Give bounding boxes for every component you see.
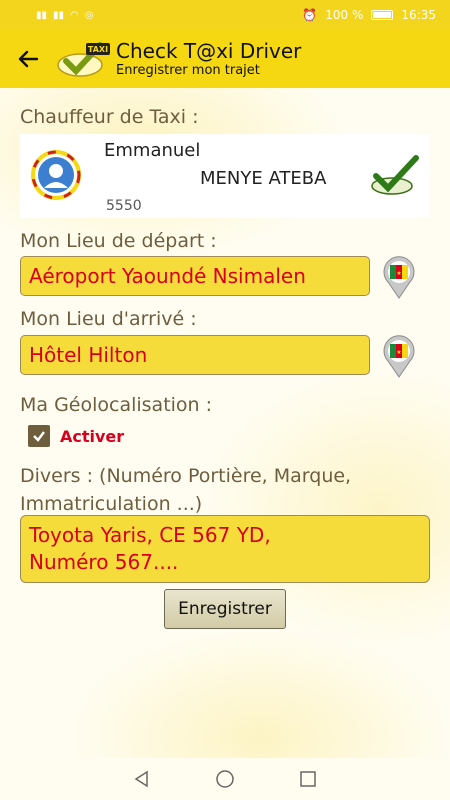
save-button[interactable]: Enregistrer: [164, 589, 286, 629]
driver-section-label: Chauffeur de Taxi :: [20, 106, 199, 128]
driver-last-name: MENYE ATEBA: [200, 168, 327, 189]
arrival-label: Mon Lieu d'arrivé :: [20, 308, 197, 330]
circle-home-icon: [216, 770, 234, 788]
hotspot-icon: ◎: [84, 9, 94, 21]
driver-card: Emmanuel MENYE ATEBA 5550: [20, 134, 430, 218]
misc-label: Divers : (Numéro Portière, Marque, Immat…: [20, 465, 352, 515]
geolocation-label: Ma Géolocalisation :: [20, 394, 213, 416]
app-titles: Check T@xi Driver Enregistrer mon trajet: [116, 39, 301, 79]
departure-pin-button[interactable]: ★: [380, 254, 418, 300]
check-icon: [33, 431, 45, 442]
battery-icon: [371, 10, 394, 20]
status-icons-right: ⏰ 100 % 16:35: [302, 8, 436, 22]
clock: 16:35: [401, 8, 436, 22]
wifi-icon: ◠: [70, 9, 79, 21]
app-title: Check T@xi Driver: [116, 39, 302, 63]
signal-icon: ▮▮: [36, 9, 48, 21]
arrow-left-icon: [18, 50, 39, 68]
nav-home-button[interactable]: [213, 767, 237, 791]
nav-back-button[interactable]: [130, 767, 154, 791]
back-button[interactable]: [0, 30, 56, 88]
geolocation-checkbox[interactable]: [28, 425, 50, 447]
app-logo: TAXI: [56, 39, 112, 79]
geolocation-checkbox-row[interactable]: Activer: [28, 425, 124, 447]
logo-text: TAXI: [88, 45, 108, 54]
battery-percentage: 100 %: [325, 8, 364, 22]
driver-avatar-icon: [31, 150, 81, 200]
driver-first-name: Emmanuel: [104, 140, 201, 161]
certified-check-icon: [371, 155, 419, 195]
svg-text:★: ★: [396, 349, 401, 356]
signal-icon-2: ▮▮: [53, 9, 65, 21]
departure-label: Mon Lieu de départ :: [20, 230, 217, 252]
alarm-icon: ⏰: [302, 8, 318, 22]
app-bar: TAXI Check T@xi Driver Enregistrer mon t…: [0, 30, 450, 88]
svg-text:★: ★: [396, 270, 401, 277]
arrival-pin-button[interactable]: ★: [380, 333, 418, 379]
app-subtitle: Enregistrer mon trajet: [116, 63, 260, 78]
status-icons-left: ▮▮ ▮▮ ◠ ◎: [36, 10, 94, 21]
driver-id: 5550: [106, 198, 142, 214]
system-nav-bar: [0, 758, 450, 800]
arrival-field[interactable]: Hôtel Hilton: [20, 335, 370, 375]
geolocation-checkbox-label: Activer: [60, 426, 125, 446]
misc-textarea[interactable]: Toyota Yaris, CE 567 YD, Numéro 567....: [20, 515, 430, 583]
nav-recents-button[interactable]: [296, 767, 320, 791]
status-bar: ▮▮ ▮▮ ◠ ◎ ⏰ 100 % 16:35: [0, 0, 450, 30]
square-recents-icon: [300, 771, 317, 787]
triangle-back-icon: [134, 770, 148, 788]
departure-field[interactable]: Aéroport Yaoundé Nsimalen: [20, 256, 370, 296]
